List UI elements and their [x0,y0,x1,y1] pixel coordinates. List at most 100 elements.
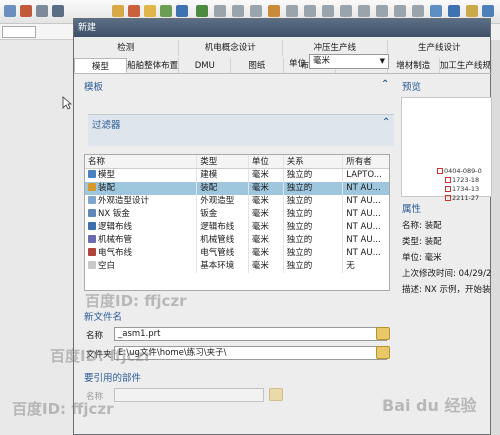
table-cell-unit: 毫米 [249,182,284,195]
column-header-unit[interactable]: 单位 [249,155,284,168]
table-cell-name: 机械布管 [85,234,198,247]
template-icon [88,235,96,243]
column-header-type[interactable]: 类型 [197,155,249,168]
table-cell-owner: 无 [346,261,355,271]
toolbar-icon[interactable] [322,5,334,17]
table-cell-type: 逻辑布线 [197,221,249,234]
watermark: 百度ID: ffjczr [50,347,152,365]
toolbar-icon[interactable] [232,5,244,17]
ref-name-input [114,388,264,402]
template-icon [88,261,96,269]
tree-node: 0404-089-0 [437,167,482,176]
table-cell-unit: 毫米 [249,234,284,247]
unit-select-value: 毫米 [313,56,331,66]
toolbar-icon[interactable] [376,5,388,17]
toolbar-icon[interactable] [448,5,460,17]
preview-title: 预览 [402,82,422,93]
column-header-name[interactable]: 名称 [85,155,198,168]
toolbar-icon[interactable] [20,5,32,17]
table-cell-unit: 毫米 [249,221,284,234]
selection-filter-combo[interactable] [2,26,36,38]
collapse-filter-icon[interactable]: ⌃ [382,117,390,128]
toolbar-icon[interactable] [160,5,172,17]
toolbar-icon[interactable] [112,5,124,17]
table-cell-unit: 毫米 [249,260,284,273]
tab-ship-layout[interactable]: 船舶整体布置 [127,58,180,73]
table-cell-name: 电气布线 [85,247,198,260]
table-row[interactable]: 电气布线 电气管线 毫米 独立的 NT AU... [85,247,389,260]
table-cell-name: 空白 [85,260,198,273]
column-header-owner[interactable]: 所有者 [343,155,389,168]
toolbar-icon[interactable] [36,5,48,17]
table-cell-name: NX 钣金 [85,208,198,221]
toolbar-icon[interactable] [196,5,208,17]
tab-row-top: 检测 机电概念设计 冲压生产线 生产线设计 [74,40,492,56]
filename-input[interactable]: _asm1.prt [114,327,387,341]
browse-ref-folder-icon [269,388,283,401]
filter-group: 过滤器 ⌃ [88,114,394,146]
folder-input[interactable]: E:\ug文件\home\练习\夹子\ [114,346,387,360]
toolbar-icon[interactable] [286,5,298,17]
collapse-templates-icon[interactable]: ⌃ [381,79,389,90]
table-cell-owner: NT AU... [346,183,381,193]
table-row[interactable]: 装配 装配 毫米 独立的 NT AU... [85,182,389,195]
dialog-titlebar[interactable]: 新建 [74,19,490,37]
unit-select[interactable]: 毫米 ▼ [309,54,389,69]
template-icon [88,183,96,191]
toolbar-icon[interactable] [52,5,64,17]
table-cell-unit: 毫米 [249,169,284,182]
toolbar-icon[interactable] [128,5,140,17]
table-body: 模型 建模 毫米 独立的 LAPTO... 装配 装配 毫米 独立的 NT AU... 外观造型设计… [85,169,389,286]
empty-row [85,273,389,286]
tab-drawing[interactable]: 图纸 [231,58,284,73]
tab-dmu[interactable]: DMU [179,58,232,73]
toolbar-icon[interactable] [250,5,262,17]
toolbar-icon[interactable] [394,5,406,17]
filter-title: 过滤器 [92,120,121,131]
tab-inspection[interactable]: 检测 [74,40,179,56]
tab-model[interactable]: 模型 [74,58,128,73]
table-row[interactable]: 逻辑布线 逻辑布线 毫米 独立的 NT AU... [85,221,389,234]
browse-filename-folder-icon[interactable] [376,327,390,340]
table-row[interactable]: 外观造型设计 外观造型 毫米 独立的 NT AU... [85,195,389,208]
table-cell-type: 建模 [197,169,249,182]
toolbar-icon[interactable] [430,5,442,17]
toolbar-icon[interactable] [466,5,478,17]
prop-description: 描述: NX 示例，开始装 [402,285,491,295]
toolbar-icon[interactable] [214,5,226,17]
tab-mechatronics[interactable]: 机电概念设计 [179,40,283,56]
tree-node: 1734-13 [437,185,482,194]
toolbar-icon[interactable] [412,5,424,17]
mouse-cursor-icon [62,96,72,110]
toolbar-icon[interactable] [340,5,352,17]
browse-folder-icon[interactable] [376,346,390,359]
toolbar-icon[interactable] [144,5,156,17]
toolbar-icon[interactable] [358,5,370,17]
table-row[interactable]: 机械布管 机械管线 毫米 独立的 NT AU... [85,234,389,247]
prop-type: 类型: 装配 [402,237,442,247]
toolbar-icon[interactable] [268,5,280,17]
chevron-down-icon: ▼ [379,57,385,65]
column-header-relation[interactable]: 关系 [284,155,344,168]
checkbox-icon [445,177,451,183]
templates-title: 模板 [84,82,104,93]
table-cell-type: 钣金 [197,208,249,221]
table-cell-owner: NT AU... [346,222,381,232]
table-cell-relation: 独立的 [284,260,344,273]
tab-additive[interactable]: 增材制造 [388,58,440,73]
table-row[interactable]: 空白 基本环境 毫米 独立的无 [85,260,389,273]
table-row[interactable]: 模型 建模 毫米 独立的 LAPTO... [85,169,389,182]
prop-name: 名称: 装配 [402,221,442,231]
table-row[interactable]: NX 钣金 钣金 毫米 独立的 NT AU... [85,208,389,221]
tab-line-planning[interactable]: 加工生产线规划 [440,58,492,73]
selection-bar [0,24,75,40]
toolbar-icon[interactable] [482,5,494,17]
table-cell-name: 外观造型设计 [85,195,198,208]
referenced-parts-title: 要引用的部件 [84,373,142,384]
table-cell-name: 逻辑布线 [85,221,198,234]
toolbar-icon[interactable] [4,5,16,17]
tab-line-design[interactable]: 生产线设计 [388,40,492,56]
toolbar-icon[interactable] [304,5,316,17]
toolbar-icon[interactable] [176,5,188,17]
table-cell-relation: 独立的 [284,208,344,221]
